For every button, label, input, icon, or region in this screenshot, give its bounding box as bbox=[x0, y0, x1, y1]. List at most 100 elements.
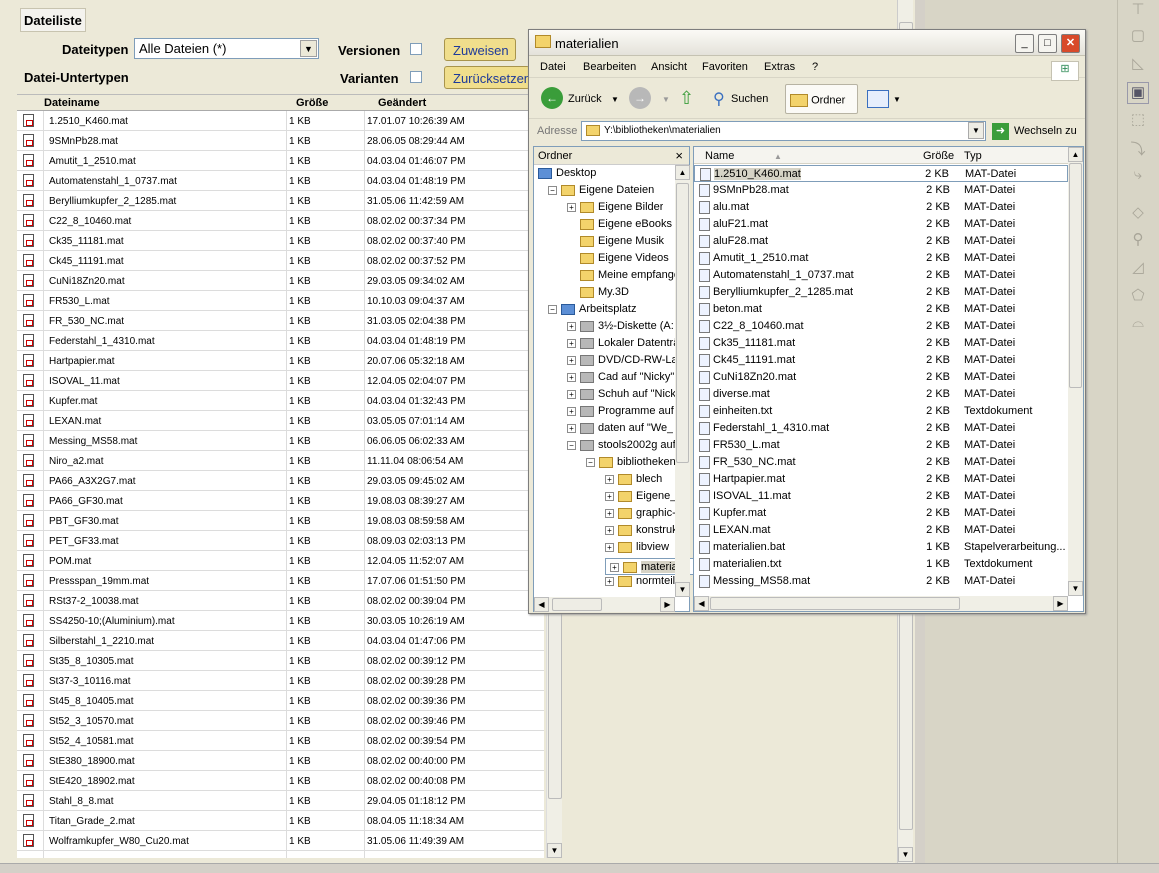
views-dropdown-icon[interactable]: ▼ bbox=[893, 84, 901, 114]
list-item[interactable]: ISOVAL_11.mat 2 KB MAT-Datei bbox=[694, 488, 1068, 505]
tree-item[interactable]: + daten auf "We_ bbox=[567, 422, 673, 439]
table-row[interactable]: Stahl_8_8.mat 1 KB 29.04.05 01:18:12 PM bbox=[17, 791, 544, 811]
scroll-down-icon[interactable]: ▼ bbox=[898, 847, 913, 862]
title-bar[interactable]: materialien _ □ ✕ bbox=[529, 30, 1085, 56]
tree-item[interactable]: +3½-Diskette (A: bbox=[567, 320, 674, 337]
table-row[interactable]: FR_530_NC.mat 1 KB 31.03.05 02:04:38 PM bbox=[17, 311, 544, 331]
table-row[interactable]: Hartpapier.mat 1 KB 20.07.06 05:32:18 AM bbox=[17, 351, 544, 371]
list-item[interactable]: Automatenstahl_1_0737.mat 2 KB MAT-Datei bbox=[694, 267, 1068, 284]
column-filename[interactable]: Dateiname bbox=[44, 97, 100, 109]
table-row[interactable]: StE380_18900.mat 1 KB 08.02.02 00:40:00 PM bbox=[17, 751, 544, 771]
tool-icon[interactable]: ▢ bbox=[1127, 26, 1149, 48]
table-row[interactable]: StE420_18902.mat 1 KB 08.02.02 00:40:08 PM bbox=[17, 771, 544, 791]
back-icon[interactable]: ← bbox=[541, 87, 563, 109]
tree-item[interactable]: + DVD/CD-RW-Lau bbox=[567, 354, 684, 371]
expand-icon[interactable]: + bbox=[567, 338, 576, 348]
variants-checkbox[interactable] bbox=[410, 71, 422, 83]
table-row[interactable]: Silberstahl_1_2210.mat 1 KB 04.03.04 01:47… bbox=[17, 631, 544, 651]
list-item[interactable]: Federstahl_1_4310.mat 2 KB MAT-Datei bbox=[694, 420, 1068, 437]
scroll-down-icon[interactable]: ▼ bbox=[1068, 581, 1083, 596]
list-item[interactable]: Kupfer.mat 2 KB MAT-Datei bbox=[694, 505, 1068, 522]
tree-item[interactable]: + normteil bbox=[605, 575, 675, 592]
minimize-button[interactable]: _ bbox=[1015, 34, 1034, 53]
list-item[interactable]: Ck35_11181.mat 2 KB MAT-Datei bbox=[694, 335, 1068, 352]
table-row[interactable]: Messing_MS58.mat 1 KB 06.06.05 06:02:33 AM bbox=[17, 431, 544, 451]
list-item[interactable]: diverse.mat 2 KB MAT-Datei bbox=[694, 386, 1068, 403]
column-size[interactable]: Größe bbox=[923, 150, 954, 162]
column-size[interactable]: Größe bbox=[296, 97, 328, 109]
expand-icon[interactable]: + bbox=[567, 202, 576, 212]
table-row[interactable]: Ck45_11191.mat 1 KB 08.02.02 00:37:52 PM bbox=[17, 251, 544, 271]
close-button[interactable]: ✕ bbox=[1061, 34, 1080, 53]
tree-item[interactable]: Eigene eBooks bbox=[567, 218, 672, 235]
tree-item[interactable]: + Eigene_ bbox=[605, 490, 676, 507]
menu-bearbeiten[interactable]: Bearbeiten bbox=[583, 61, 636, 73]
table-row[interactable]: C22_8_10460.mat 1 KB 08.02.02 00:37:34 PM bbox=[17, 211, 544, 231]
table-row[interactable]: PET_GF33.mat 1 KB 08.09.03 02:03:13 PM bbox=[17, 531, 544, 551]
tool-icon[interactable]: ▣ bbox=[1127, 82, 1149, 104]
tree-item[interactable]: − Eigene Dateien bbox=[548, 184, 654, 201]
scroll-down-icon[interactable]: ▼ bbox=[547, 843, 562, 858]
up-folder-icon[interactable]: ⇧ bbox=[679, 84, 694, 114]
maximize-button[interactable]: □ bbox=[1038, 34, 1057, 53]
table-row[interactable]: Niro_a2.mat 1 KB 11.11.04 08:06:54 AM bbox=[17, 451, 544, 471]
scroll-right-icon[interactable]: ▶ bbox=[1053, 596, 1068, 611]
tool-icon[interactable]: ◿ bbox=[1127, 258, 1149, 280]
expand-icon[interactable]: + bbox=[567, 355, 576, 365]
menu-favoriten[interactable]: Favoriten bbox=[702, 61, 748, 73]
table-row[interactable]: CuNi18Zn20.mat 1 KB 29.03.05 09:34:02 AM bbox=[17, 271, 544, 291]
search-button[interactable]: Suchen bbox=[731, 84, 768, 114]
collapse-icon[interactable]: − bbox=[548, 185, 557, 195]
scroll-left-icon[interactable]: ◀ bbox=[694, 596, 709, 611]
list-item[interactable]: einheiten.txt 2 KB Textdokument bbox=[694, 403, 1068, 420]
column-modified[interactable]: Geändert bbox=[378, 97, 426, 109]
file-list-scrollbar[interactable]: ▲ ▼ bbox=[1068, 147, 1083, 596]
tree-item[interactable]: + graphic- bbox=[605, 507, 676, 524]
tree-item[interactable]: Desktop bbox=[538, 167, 596, 184]
back-button[interactable]: Zurück bbox=[568, 84, 602, 114]
table-row[interactable]: POM.mat 1 KB 12.04.05 11:52:07 AM bbox=[17, 551, 544, 571]
list-item[interactable]: aluF28.mat 2 KB MAT-Datei bbox=[694, 233, 1068, 250]
tree-item[interactable]: − bibliotheken bbox=[586, 456, 676, 473]
list-item[interactable]: beton.mat 2 KB MAT-Datei bbox=[694, 301, 1068, 318]
list-item[interactable]: Hartpapier.mat 2 KB MAT-Datei bbox=[694, 471, 1068, 488]
table-row[interactable]: St52_4_10581.mat 1 KB 08.02.02 00:39:54 PM bbox=[17, 731, 544, 751]
expand-icon[interactable]: + bbox=[567, 321, 576, 331]
expand-icon[interactable]: + bbox=[567, 406, 576, 416]
scroll-thumb[interactable] bbox=[552, 598, 602, 611]
list-item[interactable]: CuNi18Zn20.mat 2 KB MAT-Datei bbox=[694, 369, 1068, 386]
back-dropdown-icon[interactable]: ▼ bbox=[611, 84, 619, 114]
menu-extras[interactable]: Extras bbox=[764, 61, 795, 73]
list-item[interactable]: LEXAN.mat 2 KB MAT-Datei bbox=[694, 522, 1068, 539]
list-item[interactable]: materialien.bat 1 KB Stapelverarbeitung... bbox=[694, 539, 1068, 556]
go-button[interactable]: Wechseln zu bbox=[1014, 125, 1077, 137]
table-row[interactable]: SS4250-10;(Aluminium).mat 1 KB 30.03.05 10… bbox=[17, 611, 544, 631]
scroll-down-icon[interactable]: ▼ bbox=[675, 582, 690, 597]
table-row[interactable]: PBT_GF30.mat 1 KB 19.08.03 08:59:58 AM bbox=[17, 511, 544, 531]
tree-scrollbar[interactable]: ▲ ▼ bbox=[675, 165, 690, 597]
tool-icon[interactable]: ⬠ bbox=[1127, 286, 1149, 308]
tree-item[interactable]: + libview bbox=[605, 541, 669, 558]
list-item[interactable]: 1.2510_K460.mat 2 KB MAT-Datei bbox=[694, 165, 1068, 182]
tree-item[interactable]: Eigene Musik bbox=[567, 235, 664, 252]
filetypes-select[interactable]: Alle Dateien (*) ▼ bbox=[134, 38, 319, 59]
table-row[interactable]: Berylliumkupfer_2_1285.mat 1 KB 31.05.06 1… bbox=[17, 191, 544, 211]
scroll-up-icon[interactable]: ▲ bbox=[1068, 147, 1083, 162]
table-row[interactable]: 9SMnPb28.mat 1 KB 28.06.05 08:29:44 AM bbox=[17, 131, 544, 151]
list-item[interactable]: Messing_MS58.mat 2 KB MAT-Datei bbox=[694, 573, 1068, 590]
tool-icon[interactable]: ⤵ bbox=[1127, 138, 1149, 160]
tool-icon[interactable]: ⬚ bbox=[1127, 110, 1149, 132]
tree-item[interactable]: + blech bbox=[605, 473, 662, 490]
expand-icon[interactable]: + bbox=[567, 372, 576, 382]
expand-icon[interactable]: + bbox=[567, 423, 576, 433]
menu-ansicht[interactable]: Ansicht bbox=[651, 61, 687, 73]
table-row[interactable]: Pressspan_19mm.mat 1 KB 17.07.06 01:51:50 … bbox=[17, 571, 544, 591]
column-name[interactable]: Name bbox=[705, 150, 734, 162]
table-row[interactable]: St35_8_10305.mat 1 KB 08.02.02 00:39:12 PM bbox=[17, 651, 544, 671]
forward-icon[interactable]: → bbox=[629, 87, 651, 109]
tree-item[interactable]: Meine empfange bbox=[567, 269, 680, 286]
table-row[interactable]: Wolframkupfer_W80_Cu20.mat 1 KB 31.05.06 1… bbox=[17, 831, 544, 851]
table-row[interactable]: Automatenstahl_1_0737.mat 1 KB 04.03.04 01… bbox=[17, 171, 544, 191]
file-list-hscrollbar[interactable]: ◀ ▶ bbox=[694, 596, 1068, 611]
forward-dropdown-icon[interactable]: ▼ bbox=[662, 84, 670, 114]
